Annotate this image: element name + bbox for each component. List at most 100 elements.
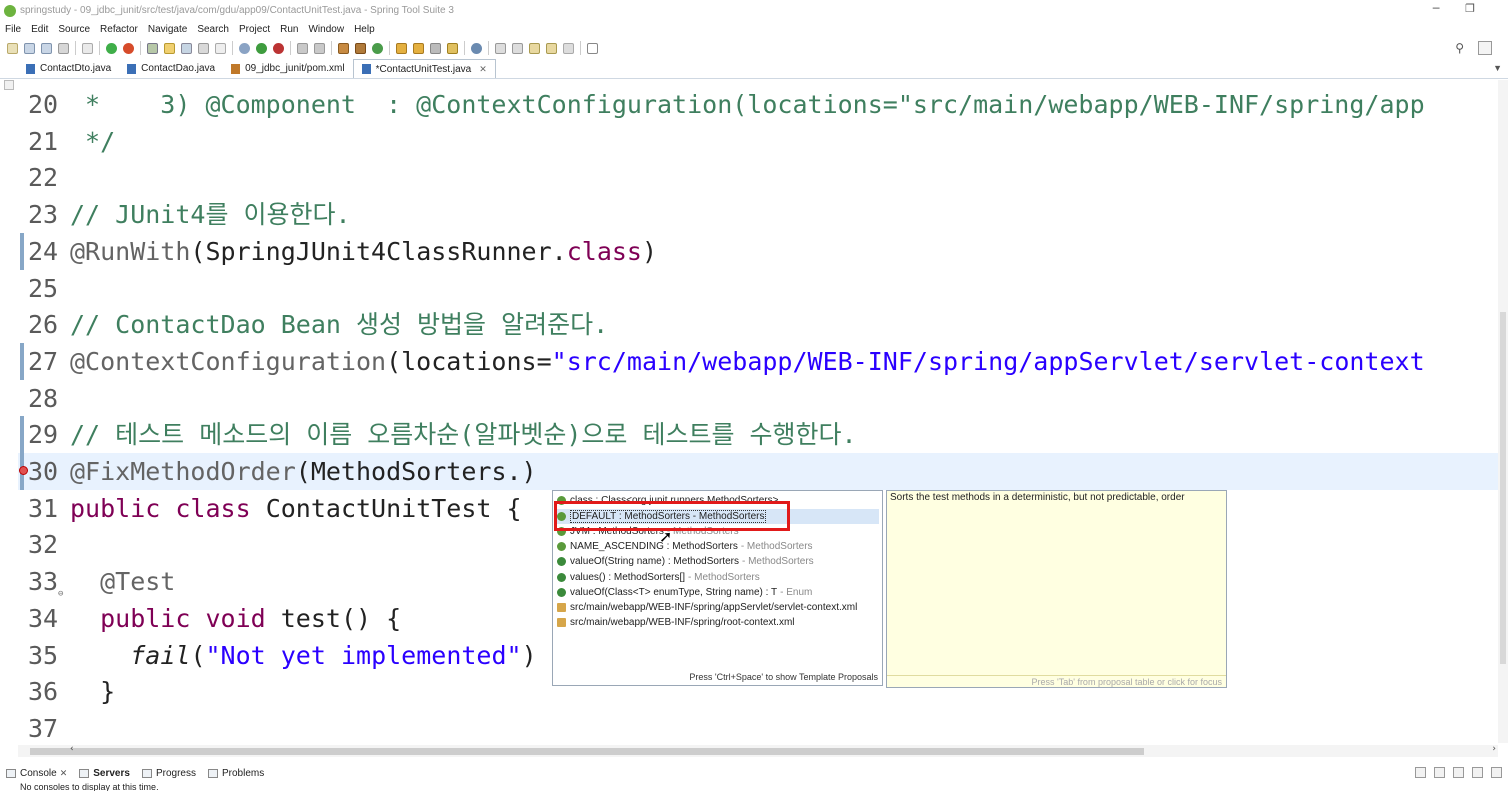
menu-navigate[interactable]: Navigate — [143, 24, 192, 35]
open-folder-icon[interactable] — [396, 42, 407, 54]
new-icon[interactable] — [7, 42, 18, 54]
proposal-item[interactable]: values() : MethodSorters[] - MethodSorter… — [557, 570, 879, 585]
proposal-item[interactable]: valueOf(Class<T> enumType, String name) … — [557, 585, 879, 600]
menu-file[interactable]: File — [0, 24, 26, 35]
maximize-button[interactable]: ❐ — [1460, 2, 1480, 15]
close-tab-icon[interactable]: ✕ — [479, 64, 487, 75]
minimize-view-icon[interactable] — [1472, 767, 1483, 778]
back-icon[interactable] — [546, 42, 557, 54]
view-tab-problems[interactable]: Problems — [202, 768, 270, 779]
editor-tab[interactable]: *ContactUnitTest.java ✕ — [352, 59, 496, 78]
spring-tool-suite-icon — [4, 4, 16, 17]
left-trim — [0, 80, 18, 743]
proposal-item[interactable]: NAME_ASCENDING : MethodSorters - MethodSo… — [557, 539, 879, 554]
code-token: // 테스트 메소드의 이름 오름차순(알파벳순)으로 테스트를 수행한다. — [70, 420, 857, 450]
code-token: @FixMethodOrder — [70, 457, 296, 486]
editor-tab[interactable]: ContactDto.java — [18, 59, 119, 78]
code-line[interactable]: 28 — [18, 380, 1498, 417]
code-line[interactable]: 26 // ContactDao Bean 생성 방법을 알려준다. — [18, 306, 1498, 343]
last-edit-location-icon[interactable] — [529, 42, 540, 54]
pin-editor-icon[interactable] — [587, 42, 598, 54]
open-perspective-icon[interactable] — [1478, 41, 1492, 55]
previous-annotation-icon[interactable] — [512, 42, 523, 54]
javadoc-info-popup[interactable]: Sorts the test methods in a deterministi… — [886, 490, 1227, 688]
code-line[interactable]: 30 @FixMethodOrder(MethodSorters.) — [18, 453, 1498, 490]
forward-icon[interactable] — [563, 42, 574, 54]
code-line[interactable]: 21 */ — [18, 123, 1498, 160]
view-tab-progress[interactable]: Progress — [136, 768, 202, 779]
tabs-menu-icon[interactable]: ▼ — [1493, 63, 1502, 73]
error-marker-icon[interactable] — [19, 466, 28, 475]
skip-breakpoints-icon[interactable] — [82, 42, 93, 54]
print-icon[interactable] — [58, 42, 69, 54]
menu-window[interactable]: Window — [303, 24, 349, 35]
vertical-scrollbar-thumb[interactable] — [1500, 312, 1506, 664]
scroll-right-icon[interactable]: › — [1492, 744, 1496, 754]
maximize-view-icon[interactable] — [1491, 767, 1502, 778]
toolbar-separator — [75, 41, 76, 55]
terminal-icon[interactable] — [297, 42, 308, 54]
content-assist-footer: Press 'Ctrl+Space' to show Template Prop… — [689, 672, 878, 682]
horizontal-scrollbar-thumb[interactable] — [30, 748, 1144, 755]
save-all-icon[interactable] — [41, 42, 52, 54]
menu-run[interactable]: Run — [275, 24, 303, 35]
next-annotation-icon[interactable] — [495, 42, 506, 54]
new-spring-icon[interactable] — [372, 42, 383, 54]
server-icon[interactable] — [314, 42, 325, 54]
view-tab-servers[interactable]: Servers — [73, 768, 136, 779]
proposal-item[interactable]: valueOf(String name) : MethodSorters - Me… — [557, 554, 879, 569]
toolbar-separator — [232, 41, 233, 55]
menu-edit[interactable]: Edit — [26, 24, 53, 35]
menu-source[interactable]: Source — [53, 24, 95, 35]
new-java-package-icon[interactable] — [338, 42, 349, 54]
proposal-item[interactable]: src/main/webapp/WEB-INF/spring/root-cont… — [557, 615, 879, 630]
open-resource-icon[interactable] — [413, 42, 424, 54]
toolbar-separator — [580, 41, 581, 55]
close-view-icon[interactable]: ✕ — [60, 768, 68, 779]
code-line[interactable]: 27 @ContextConfiguration(locations="src/m… — [18, 342, 1498, 380]
mark-occurrences-icon[interactable] — [164, 42, 175, 54]
external-tools-icon[interactable] — [273, 42, 284, 54]
new-java-class-icon[interactable] — [355, 42, 366, 54]
spring-boot-icon[interactable] — [106, 42, 117, 54]
search-icon[interactable]: ⚲ — [1455, 41, 1464, 55]
open-console-icon[interactable] — [1434, 767, 1445, 778]
menu-refactor[interactable]: Refactor — [95, 24, 143, 35]
show-whitespace-icon[interactable] — [215, 42, 226, 54]
code-line[interactable]: 22 — [18, 159, 1498, 196]
editor-tab[interactable]: ContactDao.java — [119, 59, 223, 78]
horizontal-scrollbar[interactable]: ‹ › — [18, 744, 1498, 757]
restore-view-icon[interactable] — [4, 80, 14, 90]
editor-tab[interactable]: 09_jdbc_junit/pom.xml — [223, 59, 353, 78]
display-console-icon[interactable] — [1415, 767, 1426, 778]
save-icon[interactable] — [24, 42, 35, 54]
menu-help[interactable]: Help — [349, 24, 380, 35]
proposal-label: values() : MethodSorters[] — [570, 571, 686, 583]
menu-search[interactable]: Search — [192, 24, 234, 35]
code-line[interactable]: 24 @RunWith(SpringJUnit4ClassRunner.class… — [18, 232, 1498, 270]
run-icon[interactable] — [256, 42, 267, 54]
open-type-icon[interactable] — [147, 42, 158, 54]
menu-project[interactable]: Project — [234, 24, 275, 35]
debug-icon[interactable] — [239, 42, 250, 54]
pin-console-icon[interactable] — [1453, 767, 1464, 778]
task-icon[interactable] — [447, 42, 458, 54]
refresh-icon[interactable] — [123, 42, 134, 54]
vertical-scrollbar[interactable] — [1498, 80, 1508, 743]
toggle-block-icon[interactable] — [181, 42, 192, 54]
scroll-left-icon[interactable]: ‹ — [70, 744, 74, 754]
java-file-icon — [26, 63, 35, 74]
globe-icon[interactable] — [471, 42, 482, 54]
code-line[interactable]: 29 // 테스트 메소드의 이름 오름차순(알파벳순)으로 테스트를 수행한다. — [18, 416, 1498, 454]
code-line[interactable]: 23 // JUnit4를 이용한다. — [18, 196, 1498, 233]
code-line[interactable]: 25 — [18, 270, 1498, 307]
view-tab-console[interactable]: Console ✕ — [0, 768, 73, 779]
proposal-item[interactable]: src/main/webapp/WEB-INF/spring/appServle… — [557, 600, 879, 615]
code-line[interactable]: 37 — [18, 710, 1498, 743]
pen-icon[interactable] — [430, 42, 441, 54]
code-line[interactable]: 20 * 3) @Component : @ContextConfigurati… — [18, 86, 1498, 123]
minimize-button[interactable]: ─ — [1426, 2, 1446, 15]
word-wrap-icon[interactable] — [198, 42, 209, 54]
code-text: public class ContactUnitTest { — [70, 490, 522, 527]
